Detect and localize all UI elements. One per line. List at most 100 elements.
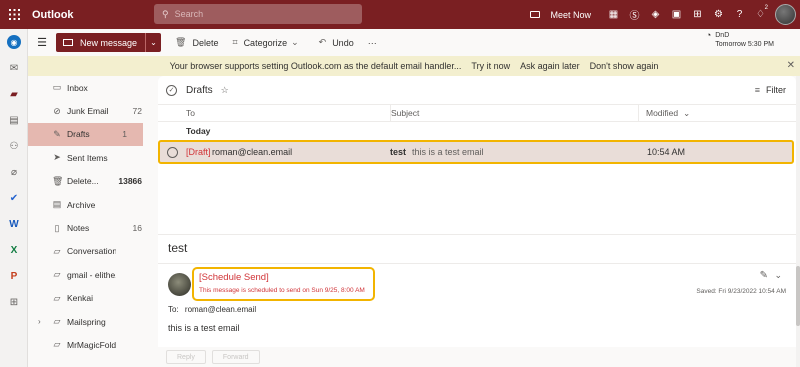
categorize-label: Categorize	[243, 37, 288, 48]
close-icon[interactable]: ✕	[787, 60, 795, 71]
send-icon: ➤	[53, 152, 61, 163]
rail-mail-icon[interactable]: ✉	[0, 55, 28, 81]
more-actions-button[interactable]: ···	[368, 38, 377, 48]
folder-item[interactable]: ▱ gmail - elithe...	[28, 263, 158, 286]
to-address[interactable]: roman@clean.email	[185, 305, 256, 314]
select-all-checkbox[interactable]: ✓	[166, 84, 177, 96]
app-title[interactable]: Outlook	[32, 9, 74, 21]
rail-apps[interactable]: ◉	[0, 29, 28, 55]
reply-button[interactable]: Reply	[166, 350, 206, 364]
scrollbar-thumb[interactable]	[796, 266, 800, 326]
note-icon: ▯	[54, 222, 60, 233]
group-header-today: Today	[186, 126, 211, 136]
reading-subject: test	[168, 241, 188, 255]
try-it-now-link[interactable]: Try it now	[471, 61, 510, 71]
folder-item[interactable]: ▱ MrMagicFolder	[28, 333, 158, 356]
hamburger-menu-icon[interactable]: ☰	[28, 36, 56, 49]
ask-later-link[interactable]: Ask again later	[520, 61, 580, 71]
chevron-right-icon[interactable]: ›	[38, 317, 41, 326]
rail-word-icon[interactable]: W	[0, 211, 28, 237]
dont-show-link[interactable]: Don't show again	[590, 61, 659, 71]
folder-count: 13866	[118, 176, 142, 187]
folder-item[interactable]: ⊘ Junk Email 72	[28, 99, 158, 122]
folder-label: Delete...	[67, 176, 99, 187]
calendar-grid-icon[interactable]: ▦	[603, 0, 624, 29]
categorize-button[interactable]: ⌗ Categorize ⌄	[232, 37, 304, 48]
folder-item[interactable]: ▱ Kenkai	[28, 287, 158, 310]
schedule-send-note: This message is scheduled to send on Sun…	[199, 287, 365, 294]
column-subject[interactable]: Subject	[390, 104, 419, 122]
delete-button[interactable]: 🗑 Delete	[175, 37, 218, 48]
column-modified[interactable]: Modified ⌄	[638, 104, 690, 122]
folder-count: 16	[132, 223, 142, 234]
new-message-split-button: New message ⌄	[56, 33, 162, 52]
do-not-disturb[interactable]: ◔ DnD Tomorrow 5:30 PM	[706, 31, 774, 49]
office-icon[interactable]: ▣	[666, 0, 687, 29]
folder-item[interactable]: ✎ Drafts 1	[28, 122, 143, 147]
row-preview: this is a test email	[412, 147, 484, 157]
default-handler-banner: Your browser supports setting Outlook.co…	[28, 56, 800, 76]
chevron-down-icon: ⌄	[291, 37, 299, 47]
rail-calendar-icon[interactable]: ▤	[0, 107, 28, 133]
tag-icon: ⌗	[232, 37, 238, 47]
table-row[interactable]: [Draft] roman@clean.email test this is a…	[158, 140, 794, 164]
rail-people-icon[interactable]: ⚇	[0, 133, 28, 159]
folder-pane: ▭ Inbox ⊘ Junk Email 72 ✎ Drafts 1 ➤ Sent Items 🗑 D…	[28, 76, 158, 367]
folder-label: MrMagicFolder	[67, 339, 116, 350]
folder-item[interactable]: ▱ Conversation ...	[28, 240, 158, 263]
column-to[interactable]: To	[186, 108, 195, 118]
app-launcher-icon[interactable]	[0, 0, 28, 29]
row-recipient: roman@clean.email	[212, 147, 293, 157]
folder-icon: ▱	[53, 339, 61, 350]
diamond-icon[interactable]: ◈	[645, 0, 666, 29]
folder-icon: ▱	[53, 316, 61, 327]
folder-label: Kenkai	[67, 293, 93, 304]
row-select-checkbox[interactable]	[167, 146, 178, 158]
forward-button[interactable]: Forward	[211, 350, 260, 364]
new-message-dropdown-icon[interactable]: ⌄	[145, 33, 162, 52]
skype-icon[interactable]: Ⓢ	[624, 0, 645, 29]
column-modified-label: Modified	[646, 108, 679, 118]
folder-item[interactable]: ▯ Notes 16	[28, 216, 158, 239]
list-title: Drafts	[186, 84, 213, 96]
undo-button[interactable]: ↶ Undo	[319, 37, 354, 48]
clock-icon: ◔	[705, 30, 712, 40]
recipient-line: To: roman@clean.email	[168, 305, 256, 314]
folder-item[interactable]: ➤ Sent Items	[28, 146, 158, 169]
sender-avatar[interactable]	[168, 273, 191, 296]
edit-pencil-icon[interactable]: ✎	[760, 270, 768, 281]
folder-item[interactable]: ▤ Archive	[28, 193, 158, 216]
rail-todo-icon[interactable]: ✔	[0, 185, 28, 211]
rail-more-apps-icon[interactable]: ⊞	[0, 289, 28, 315]
folder-label: Notes	[67, 223, 90, 234]
favorite-star-icon[interactable]: ☆	[221, 85, 229, 96]
help-icon[interactable]: ?	[729, 0, 750, 29]
junk-icon: ⊘	[53, 105, 61, 116]
account-avatar[interactable]	[775, 4, 796, 25]
row-time: 10:54 AM	[647, 147, 686, 157]
scrollbar[interactable]	[796, 76, 800, 367]
search-box[interactable]: ⚲ Search	[154, 4, 362, 24]
schedule-send-title: [Schedule Send]	[199, 272, 269, 283]
gear-icon[interactable]: ⚙	[708, 0, 729, 29]
megaphone-icon[interactable]: ♢ 2	[750, 0, 771, 29]
folder-item[interactable]: › ▱ Mailspring	[28, 310, 158, 333]
filter-button[interactable]: ≡ Filter	[755, 85, 786, 95]
folder-label: Conversation ...	[67, 246, 116, 257]
teams-icon[interactable]: ⊞	[687, 0, 708, 29]
meet-now-button[interactable]: Meet Now	[530, 10, 591, 20]
search-icon: ⚲	[162, 8, 169, 19]
rail-attach-icon[interactable]: ⌀	[0, 159, 28, 185]
rail-excel-icon[interactable]: X	[0, 237, 28, 263]
app-rail: ◉ ✉ ▰ ▤ ⚇ ⌀ ✔ W X P ⊞	[0, 29, 28, 367]
row-subject: test	[390, 147, 407, 157]
new-message-button[interactable]: New message	[56, 33, 146, 52]
filter-icon: ≡	[754, 85, 760, 95]
rail-inbox-icon[interactable]: ▰	[0, 81, 28, 107]
chevron-down-icon[interactable]: ⌄	[774, 270, 782, 281]
folder-item[interactable]: 🗑 Delete... 13866	[28, 170, 158, 193]
rail-powerpoint-icon[interactable]: P	[0, 263, 28, 289]
sort-chevron-icon: ⌄	[683, 107, 691, 118]
message-body[interactable]: this is a test email	[168, 323, 240, 333]
folder-item[interactable]: ▭ Inbox	[28, 76, 158, 99]
